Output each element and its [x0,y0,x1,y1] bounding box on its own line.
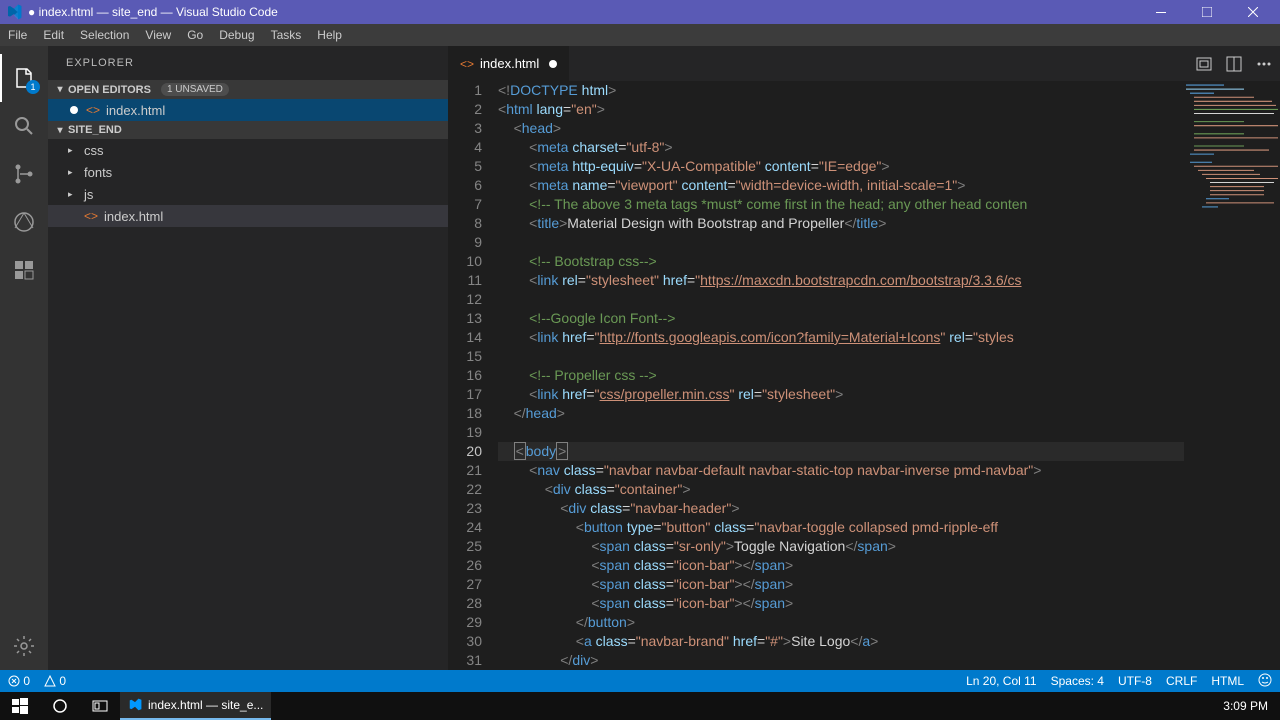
editor-group: <> index.html 12345678910111213141516171… [448,46,1280,670]
minimize-button[interactable] [1138,0,1184,24]
tree-folder-css[interactable]: ▸css [48,139,448,161]
activity-search[interactable] [0,102,48,150]
code-editor[interactable]: 1234567891011121314151617181920212223242… [448,81,1280,670]
status-warnings[interactable]: 0 [44,674,66,688]
menu-debug[interactable]: Debug [211,24,262,46]
status-feedback[interactable] [1258,673,1272,690]
more-icon[interactable] [1256,56,1272,72]
clock: 3:09 PM [1223,699,1268,713]
cortana-button[interactable] [40,692,80,720]
menu-edit[interactable]: Edit [35,24,72,46]
status-errors[interactable]: 0 [8,674,30,688]
activity-extensions[interactable] [0,246,48,294]
menu-tasks[interactable]: Tasks [263,24,310,46]
status-spaces[interactable]: Spaces: 4 [1051,674,1104,688]
windows-taskbar: index.html — site_e... 3:09 PM [0,692,1280,720]
tree-folder-js[interactable]: ▸js [48,183,448,205]
explorer-badge: 1 [26,80,40,94]
menu-selection[interactable]: Selection [72,24,137,46]
menu-bar: FileEditSelectionViewGoDebugTasksHelp [0,24,1280,46]
vscode-logo-icon [6,4,22,20]
chevron-down-icon: ▾ [52,84,68,95]
line-gutter: 1234567891011121314151617181920212223242… [448,81,498,670]
chevron-right-icon: ▸ [68,189,80,200]
activity-explorer[interactable]: 1 [0,54,48,102]
task-view-button[interactable] [80,692,120,720]
split-editor-icon[interactable] [1226,56,1242,72]
open-editors-section[interactable]: ▾ OPEN EDITORS 1 UNSAVED [48,80,448,99]
system-tray[interactable]: 3:09 PM [1211,692,1280,720]
chevron-right-icon: ▸ [68,145,80,156]
close-button[interactable] [1230,0,1276,24]
sidebar-title: EXPLORER [48,46,448,80]
folder-section[interactable]: ▾ SITE_END [48,121,448,139]
tab-index-html[interactable]: <> index.html [448,46,569,81]
tree-file-index-html[interactable]: <>index.html [48,205,448,227]
menu-file[interactable]: File [0,24,35,46]
open-editor-item[interactable]: <> index.html [48,99,448,121]
vscode-logo-icon [128,698,142,712]
unsaved-badge: 1 UNSAVED [161,83,229,96]
html-file-icon: <> [84,209,98,223]
minimap[interactable] [1184,81,1280,670]
activity-bar: 1 [0,46,48,670]
start-button[interactable] [0,692,40,720]
menu-help[interactable]: Help [309,24,350,46]
status-position[interactable]: Ln 20, Col 11 [966,674,1037,688]
html-file-icon: <> [460,57,474,71]
html-file-icon: <> [86,103,100,117]
code-content[interactable]: <!DOCTYPE html><html lang="en"> <head> <… [498,81,1184,670]
taskbar-app-vscode[interactable]: index.html — site_e... [120,692,271,720]
maximize-button[interactable] [1184,0,1230,24]
window-title: ● index.html — site_end — Visual Studio … [28,5,1138,19]
status-encoding[interactable]: UTF-8 [1118,674,1152,688]
chevron-down-icon: ▾ [52,125,68,136]
compare-icon[interactable] [1196,56,1212,72]
status-eol[interactable]: CRLF [1166,674,1197,688]
chevron-right-icon: ▸ [68,167,80,178]
window-title-bar: ● index.html — site_end — Visual Studio … [0,0,1280,24]
activity-debug[interactable] [0,198,48,246]
tree-folder-fonts[interactable]: ▸fonts [48,161,448,183]
activity-scm[interactable] [0,150,48,198]
menu-go[interactable]: Go [179,24,211,46]
activity-settings[interactable] [0,622,48,670]
tabs-row: <> index.html [448,46,1280,81]
dirty-dot-icon [549,60,557,68]
dirty-dot-icon [70,106,78,114]
status-bar: 0 0 Ln 20, Col 11 Spaces: 4 UTF-8 CRLF H… [0,670,1280,692]
side-bar: EXPLORER ▾ OPEN EDITORS 1 UNSAVED <> ind… [48,46,448,670]
menu-view[interactable]: View [137,24,179,46]
status-language[interactable]: HTML [1211,674,1244,688]
